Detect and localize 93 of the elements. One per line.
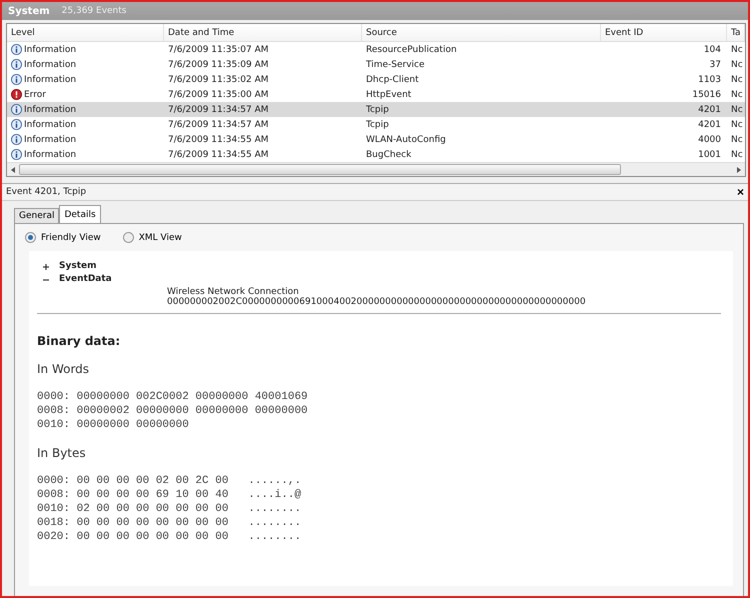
view-radio[interactable]: Friendly View bbox=[25, 232, 101, 243]
table-cell: Nc bbox=[731, 134, 743, 144]
table-cell: 4000 bbox=[698, 134, 721, 144]
event-row[interactable]: Information 7/6/2009 11:34:57 AM Tcpip 4201 Nc bbox=[7, 117, 745, 132]
info-icon bbox=[11, 44, 22, 55]
tab[interactable]: General bbox=[14, 208, 60, 223]
table-cell: Nc bbox=[731, 74, 743, 84]
table-cell: Nc bbox=[731, 60, 743, 70]
table-cell: Information bbox=[24, 44, 76, 54]
info-icon bbox=[11, 59, 22, 70]
radio-icon[interactable] bbox=[25, 232, 36, 243]
table-cell: Information bbox=[24, 74, 76, 84]
tree-label: EventData bbox=[59, 274, 112, 284]
tab[interactable]: Details bbox=[59, 205, 101, 223]
table-cell: Information bbox=[24, 120, 76, 130]
expand-icon[interactable] bbox=[43, 264, 49, 270]
info-icon bbox=[11, 134, 22, 145]
table-cell: 7/6/2009 11:34:57 AM bbox=[168, 104, 268, 114]
table-cell: 4201 bbox=[698, 104, 721, 114]
table-cell: Nc bbox=[731, 90, 743, 100]
info-icon bbox=[11, 104, 22, 115]
close-button[interactable]: × bbox=[736, 186, 744, 198]
column-header[interactable]: Date and Time bbox=[164, 24, 362, 41]
tree-label: System bbox=[59, 261, 96, 271]
event-row[interactable]: Information 7/6/2009 11:34:57 AM Tcpip 4201 Nc bbox=[7, 102, 745, 117]
table-cell: 7/6/2009 11:34:55 AM bbox=[168, 134, 268, 144]
event-count: 25,369 Events bbox=[62, 6, 126, 16]
table-cell: Information bbox=[24, 150, 76, 160]
hex-line: 0000: 00000000 002C0002 00000000 40001069 bbox=[37, 390, 309, 404]
table-cell: 7/6/2009 11:35:09 AM bbox=[168, 60, 268, 70]
hex-line: 0018: 00 00 00 00 00 00 00 00 ........ bbox=[37, 516, 302, 530]
table-cell: 7/6/2009 11:34:55 AM bbox=[168, 150, 268, 160]
table-cell: 7/6/2009 11:35:02 AM bbox=[168, 74, 268, 84]
table-cell: Nc bbox=[731, 150, 743, 160]
table-cell: 7/6/2009 11:35:07 AM bbox=[168, 44, 268, 54]
table-cell: 104 bbox=[704, 44, 721, 54]
column-header[interactable]: Event ID bbox=[601, 24, 727, 41]
table-cell: 1103 bbox=[698, 74, 721, 84]
column-header[interactable]: Source bbox=[362, 24, 601, 41]
info-icon bbox=[11, 74, 22, 85]
event-row[interactable]: Information 7/6/2009 11:35:09 AM Time-Service 37 Nc bbox=[7, 57, 745, 72]
table-cell: WLAN-AutoConfig bbox=[366, 134, 446, 144]
table-cell: 15016 bbox=[692, 90, 721, 100]
hex-line: 0008: 00000002 00000000 00000000 00000000 bbox=[37, 404, 309, 418]
log-title: System bbox=[8, 6, 50, 16]
table-cell: Dhcp-Client bbox=[366, 74, 419, 84]
table-cell: Error bbox=[24, 90, 46, 100]
table-cell: ResourcePublication bbox=[366, 44, 457, 54]
view-radio[interactable]: XML View bbox=[122, 232, 182, 243]
event-row[interactable]: Information 7/6/2009 11:35:07 AM ResourcePublication 104 Nc bbox=[7, 42, 745, 57]
radio-label: XML View bbox=[138, 232, 182, 242]
right-arrow-icon[interactable] bbox=[736, 166, 742, 172]
column-header[interactable]: Level bbox=[7, 24, 164, 41]
table-cell: Information bbox=[24, 134, 76, 144]
table-cell: Nc bbox=[731, 44, 743, 54]
table-cell: Nc bbox=[731, 104, 743, 114]
radio-icon[interactable] bbox=[122, 232, 134, 243]
table-cell: 4201 bbox=[698, 120, 721, 130]
data-value: Wireless Network Connection bbox=[167, 287, 300, 297]
radio-label: Friendly View bbox=[41, 232, 101, 242]
info-icon bbox=[11, 149, 22, 160]
hex-line: 0020: 00 00 00 00 00 00 00 00 ........ bbox=[37, 530, 302, 544]
hex-line: 0000: 00 00 00 00 02 00 2C 00 ......,. bbox=[37, 474, 302, 488]
table-cell: Tcpip bbox=[366, 120, 389, 130]
hex-line: 0008: 00 00 00 00 69 10 00 40 ....i..@ bbox=[37, 488, 302, 502]
table-cell: Information bbox=[24, 60, 76, 70]
left-arrow-icon[interactable] bbox=[10, 166, 16, 172]
table-cell: Information bbox=[24, 104, 76, 114]
table-cell: HttpEvent bbox=[366, 90, 412, 100]
section-title: In Bytes bbox=[37, 446, 87, 460]
info-icon bbox=[11, 119, 22, 130]
event-row[interactable]: Information 7/6/2009 11:34:55 AM BugCheck 1001 Nc bbox=[7, 147, 745, 162]
table-cell: 1001 bbox=[698, 150, 721, 160]
event-row[interactable]: Information 7/6/2009 11:35:02 AM Dhcp-Client 1103 Nc bbox=[7, 72, 745, 87]
event-row[interactable]: Error 7/6/2009 11:35:00 AM HttpEvent 15016 Nc bbox=[7, 87, 745, 102]
details-title: Event 4201, Tcpip bbox=[6, 187, 86, 197]
table-cell: Nc bbox=[731, 120, 743, 130]
data-value: 000000002002C000000000069100040020000000000000000000000000000000000000000 bbox=[167, 297, 587, 307]
horizontal-scrollbar[interactable] bbox=[7, 162, 745, 176]
table-cell: 7/6/2009 11:35:00 AM bbox=[168, 90, 268, 100]
column-header[interactable]: Ta bbox=[727, 24, 745, 41]
table-cell: 7/6/2009 11:34:57 AM bbox=[168, 120, 268, 130]
collapse-icon[interactable] bbox=[43, 277, 49, 283]
table-cell: BugCheck bbox=[366, 150, 412, 160]
table-cell: Tcpip bbox=[366, 104, 389, 114]
hex-line: 0010: 02 00 00 00 00 00 00 00 ........ bbox=[37, 502, 302, 516]
section-title: In Words bbox=[37, 362, 90, 376]
table-cell: Time-Service bbox=[366, 60, 425, 70]
event-row[interactable]: Information 7/6/2009 11:34:55 AM WLAN-AutoConfig 4000 Nc bbox=[7, 132, 745, 147]
table-cell: 37 bbox=[710, 60, 721, 70]
hex-line: 0010: 00000000 00000000 bbox=[37, 418, 190, 432]
error-icon bbox=[11, 89, 22, 100]
binary-title: Binary data: bbox=[37, 334, 122, 348]
